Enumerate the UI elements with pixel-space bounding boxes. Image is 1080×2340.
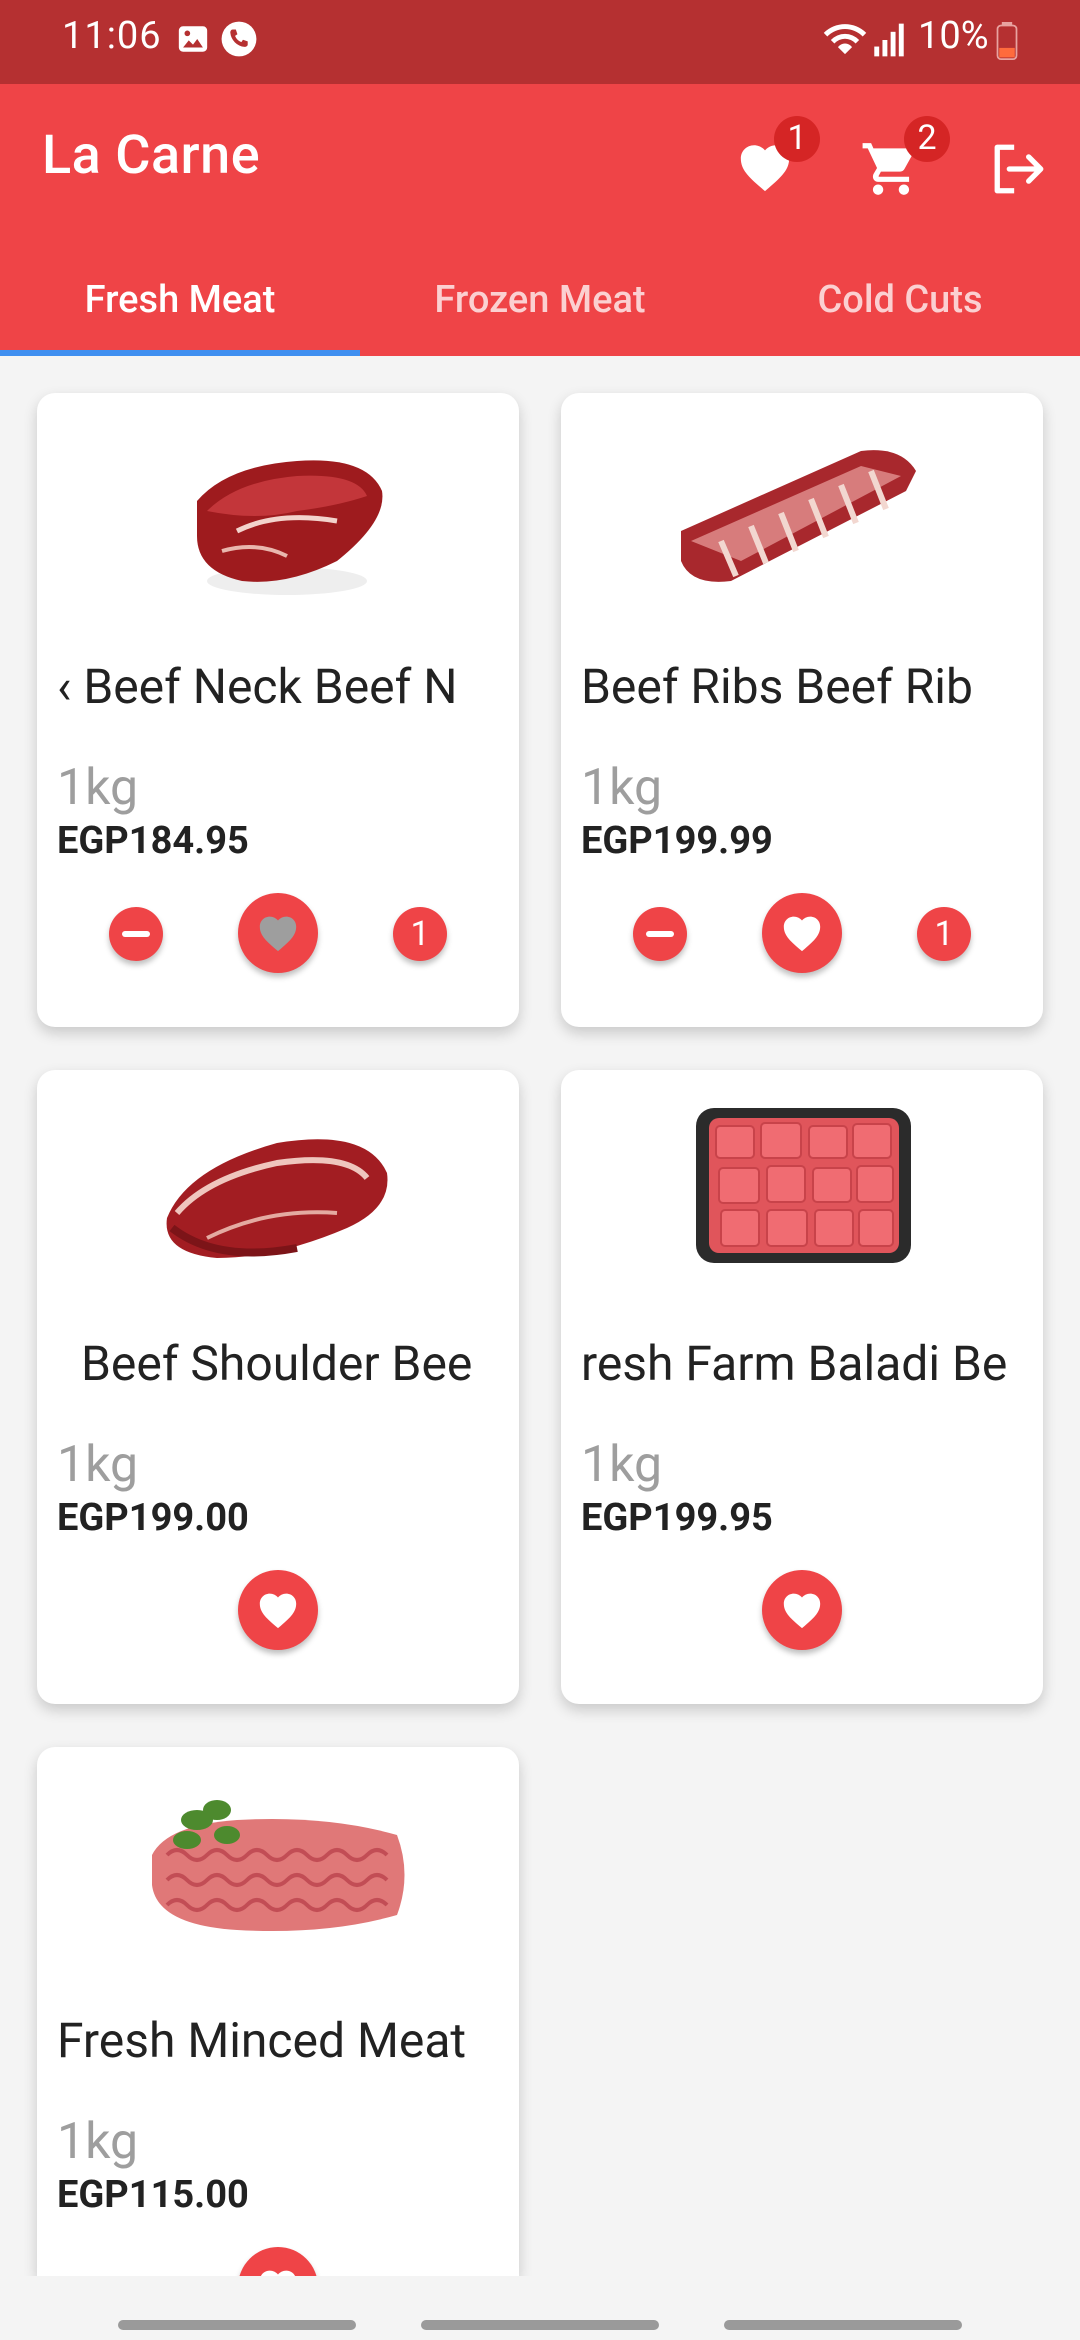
- heart-icon: [783, 916, 821, 952]
- heart-icon: [259, 1593, 297, 1629]
- app-bar: La Carne 1 2 Fresh Meat Frozen Meat Cold…: [0, 84, 1080, 356]
- app-title: La Carne: [42, 124, 261, 187]
- system-navigation-bar: [0, 2276, 1080, 2340]
- tab-frozen-meat[interactable]: Frozen Meat: [360, 244, 720, 356]
- decrease-quantity-button[interactable]: [633, 907, 687, 961]
- battery-percent: 10%: [918, 14, 989, 58]
- quantity-count: 1: [917, 907, 971, 961]
- favorite-button[interactable]: [762, 1570, 842, 1650]
- favorite-button[interactable]: [238, 893, 318, 973]
- phone-call-icon: [221, 21, 257, 57]
- product-card[interactable]: resh Farm Baladi Be 1kg EGP199.95: [561, 1070, 1043, 1704]
- product-price: EGP199.95: [581, 1496, 773, 1540]
- product-weight: 1kg: [581, 1436, 663, 1494]
- product-card[interactable]: Fresh Minced Meat 1kg EGP115.00: [37, 1747, 519, 2276]
- product-name: Beef Shoulder Bee: [81, 1335, 473, 1392]
- battery-icon: [996, 22, 1018, 60]
- minus-icon: [122, 931, 150, 937]
- minced-meat-image: [152, 1800, 405, 1931]
- nav-recents-button[interactable]: [118, 2320, 356, 2330]
- favorite-button[interactable]: [238, 2247, 318, 2276]
- product-price: EGP115.00: [57, 2173, 249, 2217]
- cart-button[interactable]: 2: [852, 114, 950, 204]
- logout-button[interactable]: [976, 114, 1066, 204]
- status-bar: 11:06 10%: [0, 0, 1080, 84]
- decrease-quantity-button[interactable]: [109, 907, 163, 961]
- product-name: resh Farm Baladi Be: [581, 1335, 1008, 1392]
- baladi-beef-cubes-image: [696, 1108, 911, 1263]
- product-name: ‹ Beef Neck Beef N: [57, 658, 458, 715]
- beef-neck-image: [197, 460, 383, 595]
- category-tabs: Fresh Meat Frozen Meat Cold Cuts: [0, 244, 1080, 356]
- favorite-button[interactable]: [762, 893, 842, 973]
- product-weight: 1kg: [57, 759, 139, 817]
- beef-shoulder-image: [166, 1139, 388, 1258]
- beef-ribs-image: [681, 450, 916, 582]
- favorites-badge: 1: [774, 116, 820, 162]
- heart-icon: [783, 1593, 821, 1629]
- quantity-count: 1: [393, 907, 447, 961]
- product-name: Fresh Minced Meat: [57, 2012, 467, 2069]
- gallery-icon: [178, 26, 208, 52]
- product-weight: 1kg: [57, 1436, 139, 1494]
- nav-back-button[interactable]: [724, 2320, 962, 2330]
- minus-icon: [646, 931, 674, 937]
- product-price: EGP184.95: [57, 819, 249, 863]
- tab-cold-cuts[interactable]: Cold Cuts: [720, 244, 1080, 356]
- product-card[interactable]: Beef Shoulder Bee 1kg EGP199.00: [37, 1070, 519, 1704]
- heart-icon: [260, 2270, 296, 2276]
- wifi-icon: [823, 24, 867, 55]
- product-card[interactable]: ‹ Beef Neck Beef N 1kg EGP184.95 1: [37, 393, 519, 1027]
- product-card[interactable]: Beef Ribs Beef Rib 1kg EGP199.99 1: [561, 393, 1043, 1027]
- nav-home-button[interactable]: [421, 2320, 659, 2330]
- product-name: Beef Ribs Beef Rib: [581, 658, 973, 715]
- product-weight: 1kg: [581, 759, 663, 817]
- product-price: EGP199.00: [57, 1496, 249, 1540]
- favorites-button[interactable]: 1: [722, 114, 820, 204]
- status-time: 11:06: [62, 14, 162, 58]
- cart-badge: 2: [904, 116, 950, 162]
- product-weight: 1kg: [57, 2113, 139, 2171]
- signal-icon: [874, 23, 904, 57]
- logout-icon: [994, 144, 1044, 194]
- heart-icon: [259, 916, 297, 952]
- tab-fresh-meat[interactable]: Fresh Meat: [0, 244, 360, 356]
- product-price: EGP199.99: [581, 819, 773, 863]
- favorite-button[interactable]: [238, 1570, 318, 1650]
